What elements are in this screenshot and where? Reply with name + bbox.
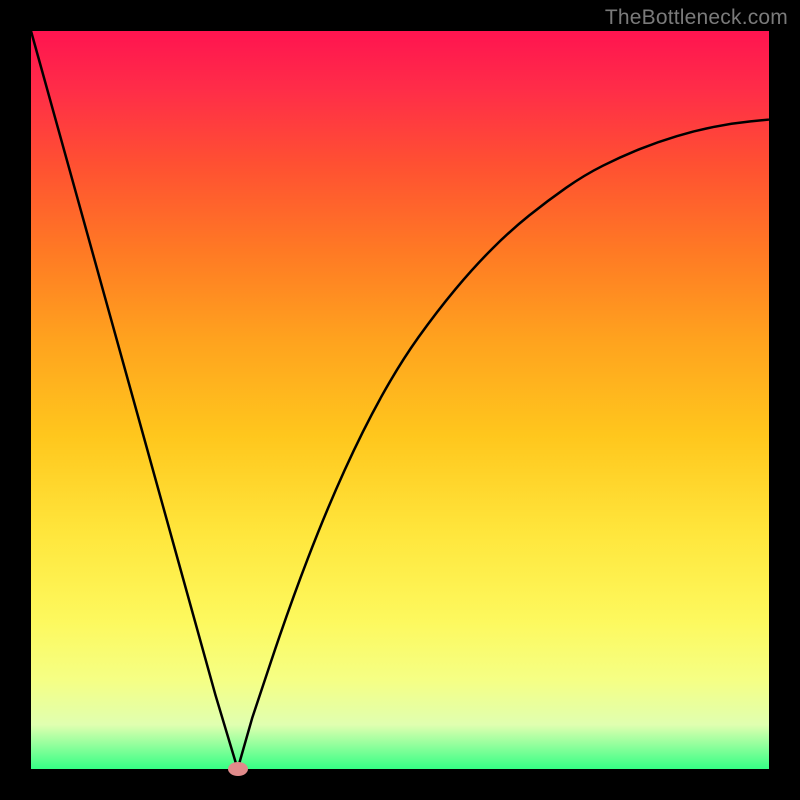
- optimal-point-marker: [228, 762, 248, 776]
- bottleneck-curve: [0, 0, 800, 800]
- attribution-watermark: TheBottleneck.com: [605, 6, 788, 30]
